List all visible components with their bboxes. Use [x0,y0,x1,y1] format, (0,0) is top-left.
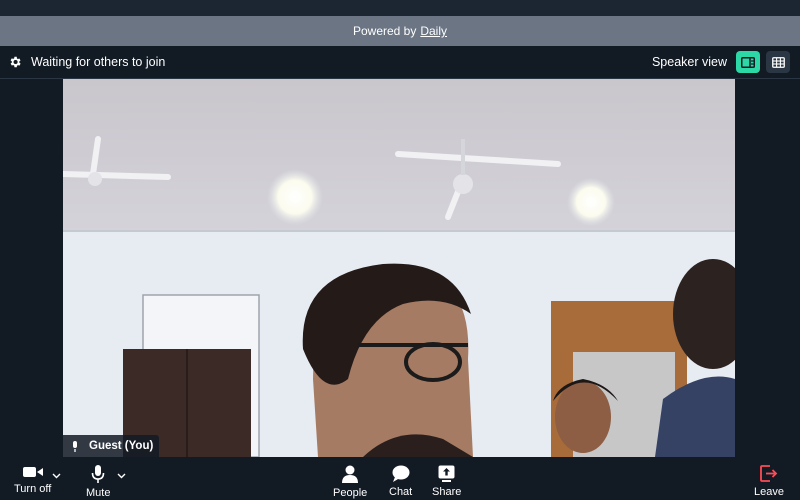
top-strip [0,0,800,16]
speaker-layout-icon [741,56,755,68]
gear-icon[interactable] [8,55,22,69]
call-toolbar: Turn off Mute People Chat Share Leave [0,457,800,500]
people-label: People [333,487,368,499]
chat-bubble-icon [392,465,410,482]
participant-name: Guest (You) [89,440,154,452]
microphone-icon [91,465,105,483]
person-icon [342,465,359,483]
camera-options-chevron-icon[interactable] [52,466,61,484]
chat-button[interactable]: Chat [389,465,412,498]
share-button[interactable]: Share [432,465,461,498]
leave-label: Leave [754,486,784,498]
powered-by-text: Powered by [352,24,417,38]
grid-view-button[interactable] [766,51,790,73]
daily-link[interactable]: Daily [420,24,447,38]
camera-feed [63,79,735,457]
call-header: Waiting for others to join Speaker view [0,46,800,79]
participant-name-tag: Guest (You) [63,435,160,457]
microphone-icon [73,440,77,452]
mute-label: Mute [86,487,111,499]
speaker-view-button[interactable] [736,51,760,73]
mic-options-chevron-icon[interactable] [117,466,126,484]
view-mode-label: Speaker view [651,55,727,69]
camera-button[interactable]: Turn off [14,465,51,495]
share-label: Share [432,486,462,498]
video-tile: Guest (You) [63,79,735,457]
chat-label: Chat [389,486,413,498]
leave-icon [760,465,778,482]
grid-layout-icon [771,56,785,68]
video-camera-icon [22,467,43,477]
powered-by-banner: Powered by Daily [0,16,800,46]
mute-button[interactable]: Mute [86,465,110,499]
status-text: Waiting for others to join [31,55,166,69]
camera-label: Turn off [14,483,52,495]
leave-button[interactable]: Leave [754,465,784,498]
people-button[interactable]: People [333,465,367,499]
screen-share-icon [438,465,455,482]
